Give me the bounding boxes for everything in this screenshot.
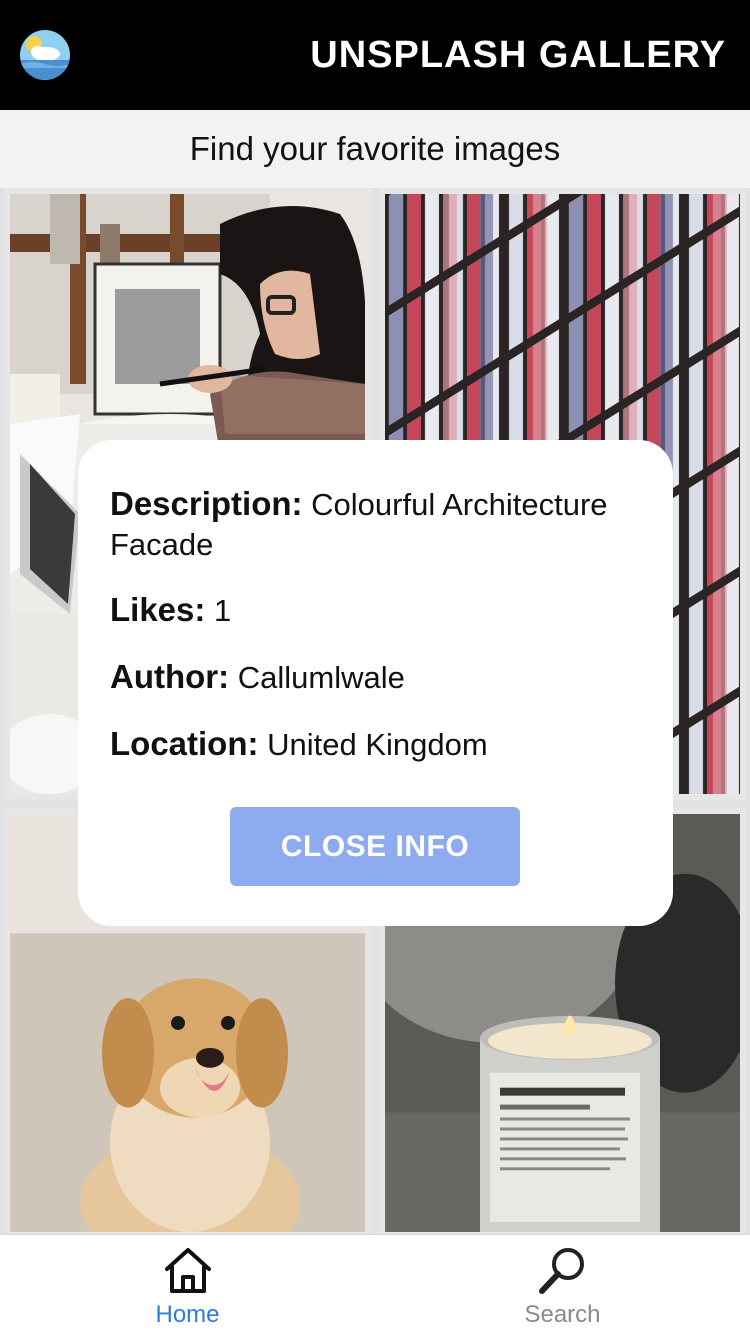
likes-label: Likes: — [110, 591, 206, 628]
author-value: Callumlwale — [237, 660, 405, 695]
location-value: United Kingdom — [267, 727, 488, 762]
tab-search-label: Search — [524, 1301, 601, 1328]
tab-search[interactable]: Search — [375, 1235, 750, 1334]
tab-home-label: Home — [155, 1301, 220, 1328]
page-subtitle: Find your favorite images — [0, 110, 750, 188]
app-header: UNSPLASH GALLERY — [0, 0, 750, 110]
info-location: Location: United Kingdom — [110, 724, 650, 765]
app-title: UNSPLASH GALLERY — [310, 34, 726, 76]
location-label: Location: — [110, 725, 259, 762]
home-icon — [165, 1248, 211, 1293]
bottom-tab-bar: Home Search — [0, 1234, 750, 1334]
close-info-button[interactable]: CLOSE INFO — [230, 807, 520, 886]
likes-value: 1 — [214, 593, 232, 628]
info-description: Description: Colourful Architecture Faca… — [110, 484, 650, 565]
info-author: Author: Callumlwale — [110, 657, 650, 698]
tab-home[interactable]: Home — [0, 1235, 375, 1334]
app-logo-icon[interactable] — [20, 30, 70, 80]
image-info-modal: Description: Colourful Architecture Faca… — [78, 440, 673, 926]
info-likes: Likes: 1 — [110, 590, 650, 631]
description-label: Description: — [110, 485, 303, 522]
search-icon — [539, 1248, 584, 1294]
author-label: Author: — [110, 658, 230, 695]
